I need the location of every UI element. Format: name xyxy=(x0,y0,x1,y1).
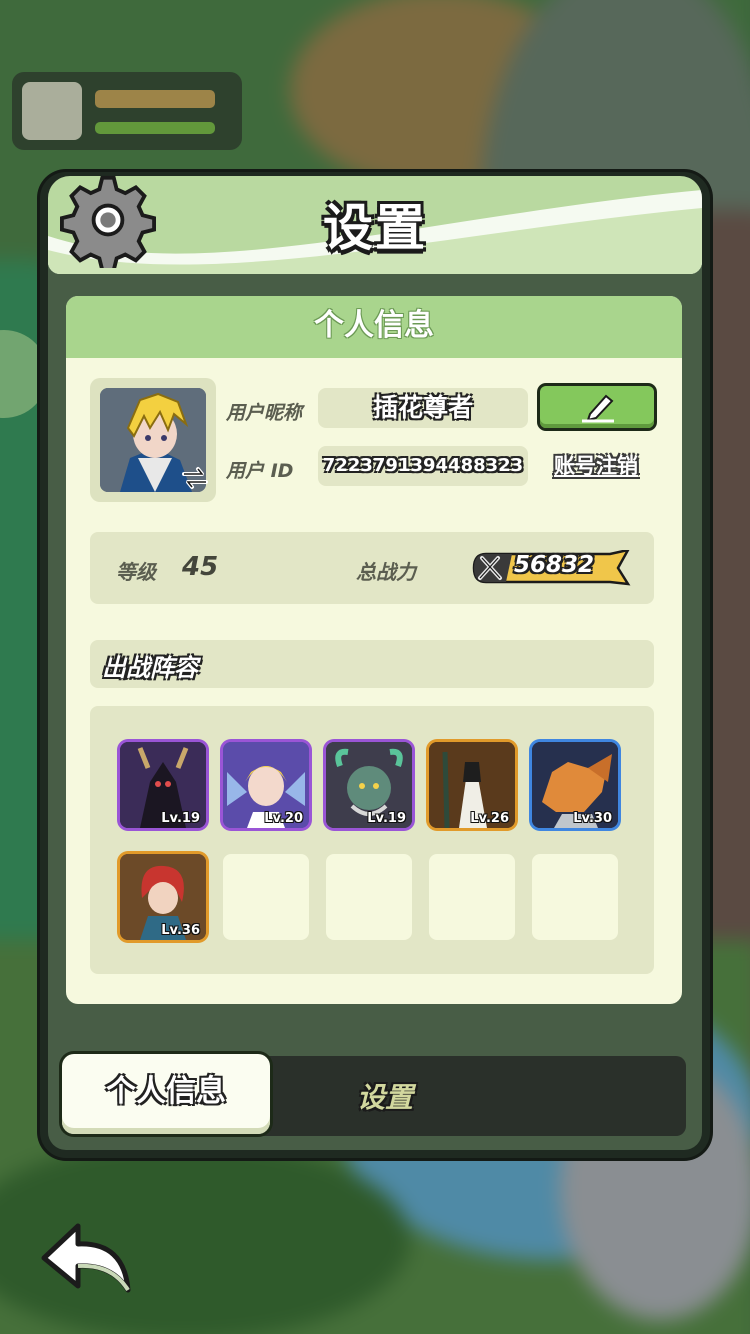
empty-hero-slot[interactable] xyxy=(326,854,412,940)
id-label: 用户 ID xyxy=(226,460,294,482)
settings-dialog: 设置 个人信息 用户昵称 插花尊者 用户 ID 7223791394488323… xyxy=(40,172,710,1158)
level-value: 45 xyxy=(182,552,219,582)
hero-slot[interactable]: Lv.26 xyxy=(429,742,515,828)
delete-account-link[interactable]: 账号注销 xyxy=(544,450,648,480)
hero-level: Lv.26 xyxy=(470,811,509,826)
nickname-field: 插花尊者 xyxy=(318,388,528,428)
avatar-frame[interactable] xyxy=(90,378,216,502)
stats-row: 等级 45 总战力 56832 xyxy=(90,532,654,604)
hero-level: Lv.36 xyxy=(161,923,200,938)
hero-level: Lv.19 xyxy=(367,811,406,826)
lineup-header: 出战阵容 xyxy=(90,640,654,688)
section-header: 个人信息 xyxy=(66,296,682,358)
empty-hero-slot[interactable] xyxy=(223,854,309,940)
gear-icon xyxy=(60,175,156,268)
hero-level: Lv.19 xyxy=(161,811,200,826)
lineup-title: 出战阵容 xyxy=(102,654,198,682)
edit-nickname-button[interactable] xyxy=(540,386,654,428)
hero-slot[interactable]: Lv.19 xyxy=(120,742,206,828)
nickname-label: 用户昵称 xyxy=(226,402,303,424)
hero-slot[interactable]: Lv.20 xyxy=(223,742,309,828)
power-label: 总战力 xyxy=(356,560,416,584)
swap-icon[interactable] xyxy=(180,466,210,490)
empty-hero-slot[interactable] xyxy=(532,854,618,940)
empty-hero-slot[interactable] xyxy=(429,854,515,940)
tab-profile[interactable]: 个人信息 xyxy=(62,1054,270,1134)
hero-level: Lv.20 xyxy=(264,811,303,826)
profile-card: 个人信息 用户昵称 插花尊者 用户 ID 7223791394488323 账号… xyxy=(66,296,682,1004)
hero-slot[interactable]: Lv.19 xyxy=(326,742,412,828)
back-arrow-icon[interactable] xyxy=(38,1220,134,1296)
hero-slot[interactable]: Lv.30 xyxy=(532,742,618,828)
user-id-field: 7223791394488323 xyxy=(318,446,528,486)
hero-slot[interactable]: Lv.36 xyxy=(120,854,206,940)
hero-level: Lv.30 xyxy=(573,811,612,826)
tab-settings[interactable]: 设置 xyxy=(340,1076,430,1116)
power-value: 56832 xyxy=(514,552,595,578)
lineup-grid: Lv.19 Lv.20 Lv.19 Lv.26 Lv.30 Lv.36 xyxy=(90,706,654,974)
edit-icon xyxy=(582,394,614,423)
level-label: 等级 xyxy=(116,560,156,584)
